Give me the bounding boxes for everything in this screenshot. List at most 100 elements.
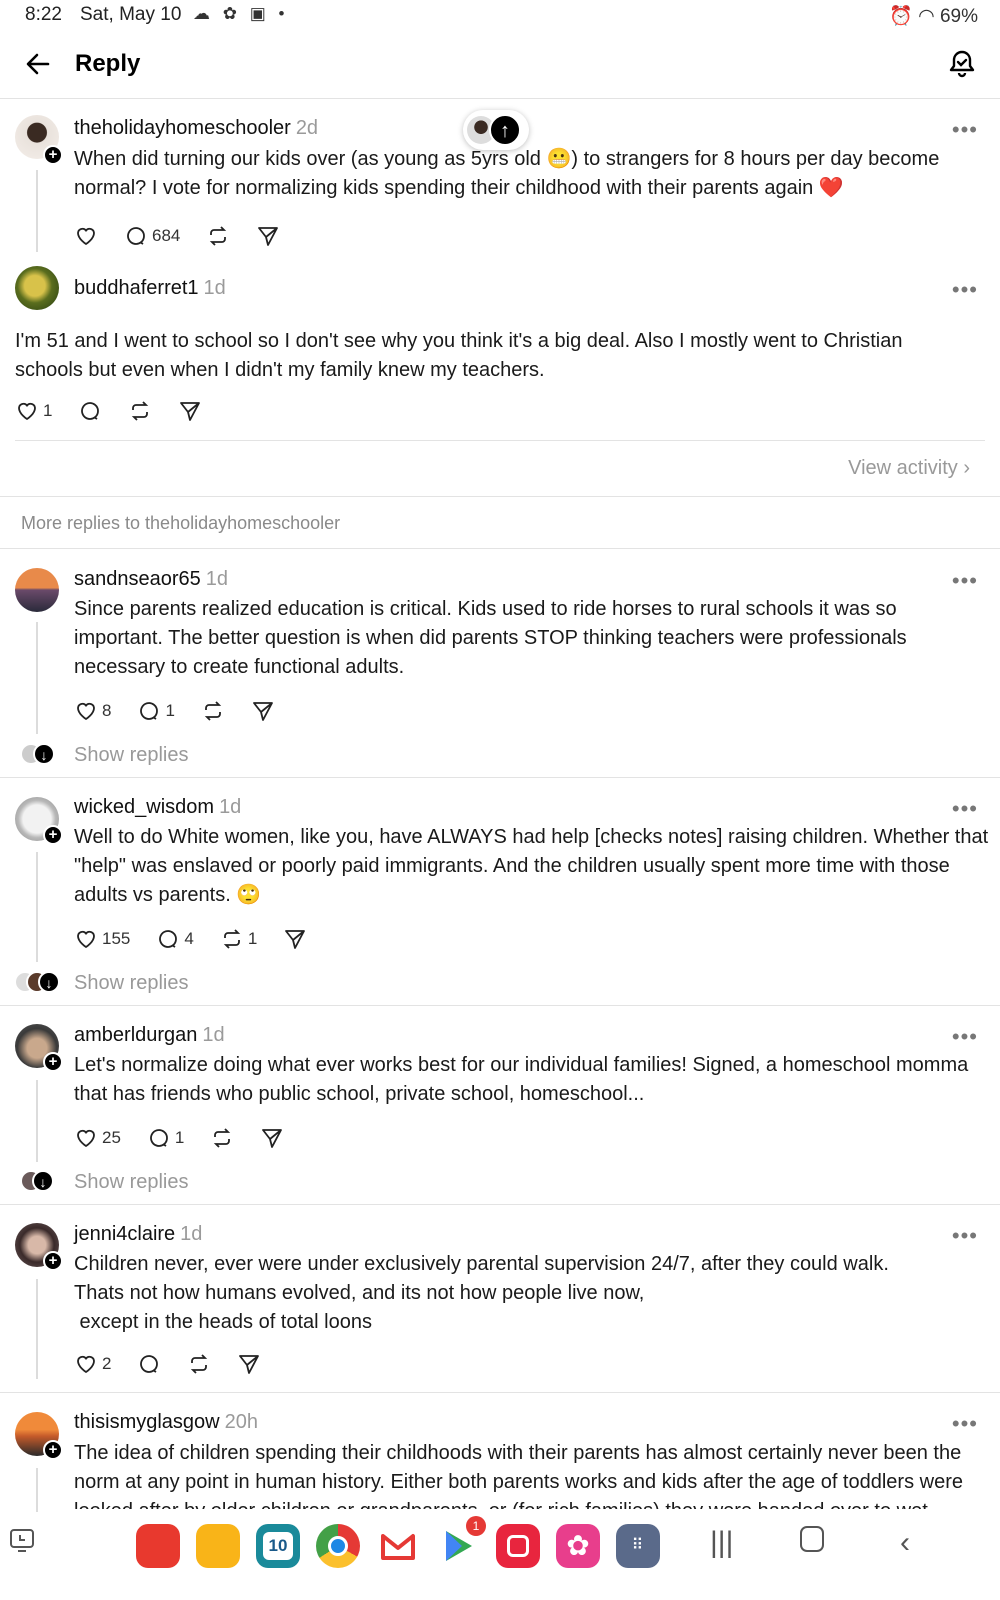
reply-button[interactable] [78,399,102,423]
repost-button[interactable] [128,399,152,423]
repost-icon [210,226,227,246]
like-button[interactable]: 155 [74,927,130,951]
section-divider [0,548,1000,549]
send-icon [239,1355,260,1374]
post-text-line: important. The better question is when d… [74,627,907,649]
home-nav-icon[interactable] [800,1526,824,1552]
reply-button[interactable]: 684 [124,224,180,248]
username[interactable]: theholidayhomeschooler [74,117,291,139]
username[interactable]: buddhaferret1 [74,277,199,299]
back-nav-icon[interactable]: ‹ [900,1526,910,1560]
like-count: 1 [43,401,53,420]
username[interactable]: thisismyglasgow [74,1411,220,1433]
heart-icon [77,930,95,949]
username[interactable]: wicked_wisdom [74,796,214,818]
repost-button[interactable] [187,1352,211,1376]
app-icon-messages[interactable] [136,1524,180,1568]
app-icon-gmail[interactable] [376,1524,420,1568]
more-options-icon[interactable]: ••• [952,277,978,303]
share-button[interactable] [260,1126,284,1150]
send-icon [258,227,279,246]
username[interactable]: amberldurgan [74,1024,197,1046]
heart-icon [18,402,36,421]
thread-line [36,1080,38,1162]
app-icon-files[interactable] [196,1524,240,1568]
more-options-icon[interactable]: ••• [952,1223,978,1249]
app-icon-calendar[interactable]: 10 [256,1524,300,1568]
follow-plus-icon[interactable]: + [43,1251,63,1271]
recents-nav-icon[interactable]: ||| [710,1526,733,1560]
username[interactable]: jenni4claire [74,1223,175,1245]
reply-count: 4 [184,929,194,948]
post-header: jenni4claire 1d [74,1223,202,1246]
more-options-icon[interactable]: ••• [952,568,978,594]
post-actions: 25 1 [74,1124,310,1152]
reply-button[interactable] [137,1352,161,1376]
more-options-icon[interactable]: ••• [952,1024,978,1050]
show-replies-link[interactable]: Show replies [74,1171,189,1194]
app-drawer-button[interactable]: ⠿ [616,1524,660,1568]
app-icon-chrome[interactable] [316,1524,360,1568]
like-button[interactable]: 2 [74,1352,111,1376]
reply-avatars: ↓ [14,971,64,997]
send-icon [253,702,273,721]
post-text-line: When did turning our kids over (as young… [74,148,940,170]
show-replies-link[interactable]: Show replies [74,972,189,995]
avatar[interactable] [15,568,59,612]
view-activity-link[interactable]: View activity › [848,457,970,480]
follow-plus-icon[interactable]: + [43,825,63,845]
reply-button[interactable]: 1 [137,699,175,723]
arrow-up-icon: ↑ [489,114,521,146]
chrome-center-icon [328,1536,348,1556]
post-text-line: Well to do White women, like you, have A… [74,826,989,848]
post-text-line: norm at any point in human history. Eith… [74,1471,963,1493]
like-button[interactable]: 8 [74,699,111,723]
reply-count: 1 [174,1128,185,1147]
thread-line [36,170,38,252]
like-button[interactable]: 1 [15,399,52,423]
more-options-icon[interactable]: ••• [952,117,978,143]
repost-button[interactable] [201,699,225,723]
timestamp: 1d [180,1223,203,1245]
comment-icon [81,402,100,420]
share-button[interactable] [251,699,275,723]
show-replies-link[interactable]: Show replies [74,744,189,767]
reply-button[interactable]: 4 [156,927,194,951]
app-icon-play-store[interactable]: 1 [436,1516,486,1568]
more-options-icon[interactable]: ••• [952,1411,978,1437]
recent-apps-taskbar-icon[interactable] [8,1526,36,1554]
share-button[interactable] [283,927,307,951]
repost-button[interactable]: 1 [220,927,257,951]
follow-plus-icon[interactable]: + [43,1440,63,1460]
like-button[interactable]: 25 [74,1126,121,1150]
repost-button[interactable] [210,1126,234,1150]
reply-button[interactable]: 1 [147,1126,184,1150]
status-date: Sat, May 10 [80,4,182,25]
avatar[interactable] [15,266,59,310]
arrow-down-icon: ↓ [38,971,60,993]
post-text-line: looked after by older children or grandp… [74,1497,984,1509]
follow-plus-icon[interactable]: + [43,145,63,165]
share-button[interactable] [178,399,202,423]
like-button[interactable] [74,224,98,248]
share-button[interactable] [237,1352,261,1376]
post-actions: 684 [74,222,306,250]
repost-button[interactable] [206,224,230,248]
back-arrow-icon[interactable] [22,48,54,80]
comment-icon [159,930,178,948]
post-header: wicked_wisdom 1d [74,796,241,819]
username[interactable]: sandnseaor65 [74,568,201,590]
app-icon-gallery[interactable]: ✿ [556,1524,600,1568]
timestamp: 1d [202,1024,225,1046]
share-button[interactable] [256,224,280,248]
thread-line [36,1279,38,1379]
more-options-icon[interactable]: ••• [952,796,978,822]
post-text-line: I'm 51 and I went to school so I don't s… [15,330,903,352]
post-actions: 2 [74,1350,287,1378]
scroll-to-top-badge[interactable]: ↑ [463,110,529,150]
repost-icon [223,929,241,949]
app-icon-camera[interactable] [496,1524,540,1568]
follow-plus-icon[interactable]: + [43,1052,63,1072]
arrow-down-icon: ↓ [33,743,55,765]
notification-bell-icon[interactable] [946,47,978,79]
